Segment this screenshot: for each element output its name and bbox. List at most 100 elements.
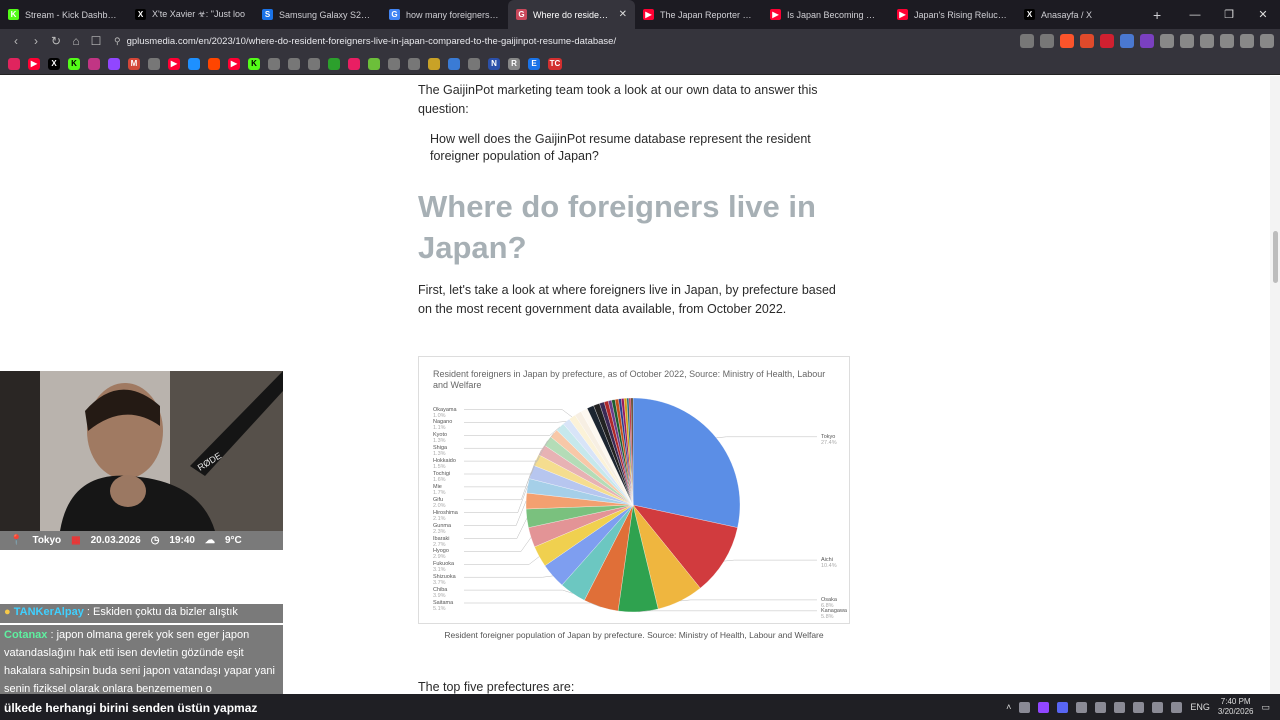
music-icon[interactable] [1240,34,1254,48]
extension-icon[interactable] [1080,34,1094,48]
slice-label-percent: 3.1% [433,567,446,574]
url-bar[interactable]: ⚲ gplusmedia.com/en/2023/10/where-do-res… [114,33,616,49]
language-indicator[interactable]: ENG [1190,702,1210,712]
webcam-image: RØDE [0,371,283,531]
kick-icon[interactable]: K [68,57,80,70]
back-icon[interactable]: ‹ [6,34,26,48]
browser-tab[interactable]: ▶ The Japan Reporter - YouT [635,0,762,29]
link-icon[interactable] [1200,34,1214,48]
brave-shield-icon[interactable] [1060,34,1074,48]
gmail-icon[interactable]: M [128,57,140,70]
browser-tab[interactable]: Ghow many foreigners live i [381,0,508,29]
slice-label-percent: 1.7% [433,489,446,496]
url-text[interactable]: gplusmedia.com/en/2023/10/where-do-resid… [127,36,617,47]
bookmark-icon[interactable] [388,57,400,70]
youtube-icon[interactable]: ▶ [228,57,240,70]
tray-app-icon[interactable] [1114,701,1126,713]
tray-app-icon[interactable] [1076,701,1088,713]
slice-label-percent: 5.8% [821,613,834,620]
reddit-icon[interactable] [208,57,220,70]
scrollbar-thumb[interactable] [1273,231,1278,283]
bookmark-icon[interactable] [188,57,200,70]
forward-icon[interactable]: › [26,34,46,48]
calendar-icon: ▦ [71,535,81,546]
bookmark-icon[interactable] [448,57,460,70]
youtube-icon[interactable]: ▶ [28,57,40,70]
cloud-icon[interactable] [1095,701,1107,713]
bookmark-icon[interactable] [288,57,300,70]
leader-line [464,556,540,565]
bookmark-icon[interactable]: E [528,57,540,70]
minimize-icon[interactable]: — [1178,0,1212,29]
bookmark-icon[interactable] [148,57,160,70]
tab-title: Stream - Kick Dashboard [25,9,119,20]
new-tab-button[interactable]: + [1143,7,1171,23]
slice-label: Aichi 10.4% [821,557,837,569]
leader-line [464,485,528,513]
chevron-up-icon[interactable]: ˄ [1006,702,1011,712]
pie-chart [464,397,817,613]
instagram-icon[interactable] [88,57,100,70]
sidebar-icon[interactable] [1180,34,1194,48]
tray-app-icon[interactable] [1133,701,1145,713]
home-icon[interactable]: ⌂ [66,34,86,48]
tab-title: The Japan Reporter - YouT [660,9,754,20]
browser-tab[interactable]: S Samsung Galaxy S26 Ultra [254,0,381,29]
extension-icon[interactable] [1140,34,1154,48]
globe-icon[interactable] [468,57,480,70]
globe-icon[interactable] [268,57,280,70]
browser-tab[interactable]: X Anasayfa / X [1016,0,1143,29]
close-window-icon[interactable]: ✕ [1246,0,1280,29]
notification-icon[interactable]: ▭ [1261,702,1270,713]
intro-paragraph: The GaijinPot marketing team took a look… [418,83,818,116]
extension-icon[interactable] [1100,34,1114,48]
share-icon[interactable] [1040,34,1054,48]
chat-username: Cotanax [4,629,48,641]
slice-label: Chiba 3.9% [433,587,447,599]
slice-label-percent: 5.1% [433,606,446,612]
mic-icon[interactable] [1152,701,1164,713]
weather-icon: ☁ [205,535,215,546]
x-icon[interactable]: X [48,57,60,70]
site-info-icon[interactable]: ⚲ [114,36,121,47]
browser-tab[interactable]: ▶ Is Japan Becoming More X [762,0,889,29]
bookmark-icon[interactable] [8,57,20,70]
reader-icon[interactable] [1020,34,1034,48]
restore-icon[interactable]: ❐ [1212,0,1246,29]
download-icon[interactable] [1220,34,1234,48]
tab-favicon-icon: ▶ [770,9,781,20]
youtube-icon[interactable]: ▶ [168,57,180,70]
location-pin-icon: 📍 [10,535,23,546]
tab-title: Anasayfa / X [1041,9,1093,20]
bookmark-icon[interactable]: R [508,57,520,70]
steam-icon[interactable] [1019,701,1031,713]
menu-icon[interactable] [1260,34,1274,48]
bookmark-icon[interactable] [308,57,320,70]
taskbar-clock[interactable]: 7:40 PM 3/20/2026 [1218,697,1254,717]
section-heading: Where do foreigners live in Japan? [418,189,816,265]
bookmark-icon[interactable]: ☐ [86,34,106,48]
browser-tab[interactable]: ▶ Japan's Rising Reluctance [889,0,1016,29]
tray-app-icon[interactable] [1038,701,1050,713]
bookmark-icon[interactable]: N [488,57,500,70]
bookmark-icon[interactable]: TC [548,57,562,70]
twitch-icon[interactable] [108,57,120,70]
discord-icon[interactable] [1057,701,1069,713]
page-scrollbar[interactable] [1270,76,1280,694]
browser-tab[interactable]: K Stream - Kick Dashboard [0,0,127,29]
bookmark-icon[interactable] [408,57,420,70]
bookmark-icon[interactable] [368,57,380,70]
tab-close-icon[interactable]: ✕ [619,9,627,20]
browser-tab[interactable]: G Where do resident fo ✕ [508,0,635,29]
browser-tab[interactable]: X X'te Xavier ☣: "Just loo [127,0,254,29]
extension-icon[interactable] [1120,34,1134,48]
kick-icon[interactable]: K [248,57,260,70]
bookmark-icon[interactable] [348,57,360,70]
volume-icon[interactable] [1171,701,1183,713]
slice-label: Okayama 1.0% [433,407,457,419]
bookmark-icon[interactable] [428,57,440,70]
bookmark-icon[interactable] [328,57,340,70]
reload-icon[interactable]: ↻ [46,34,66,48]
tab-title: how many foreigners live i [406,9,500,20]
puzzle-icon[interactable] [1160,34,1174,48]
